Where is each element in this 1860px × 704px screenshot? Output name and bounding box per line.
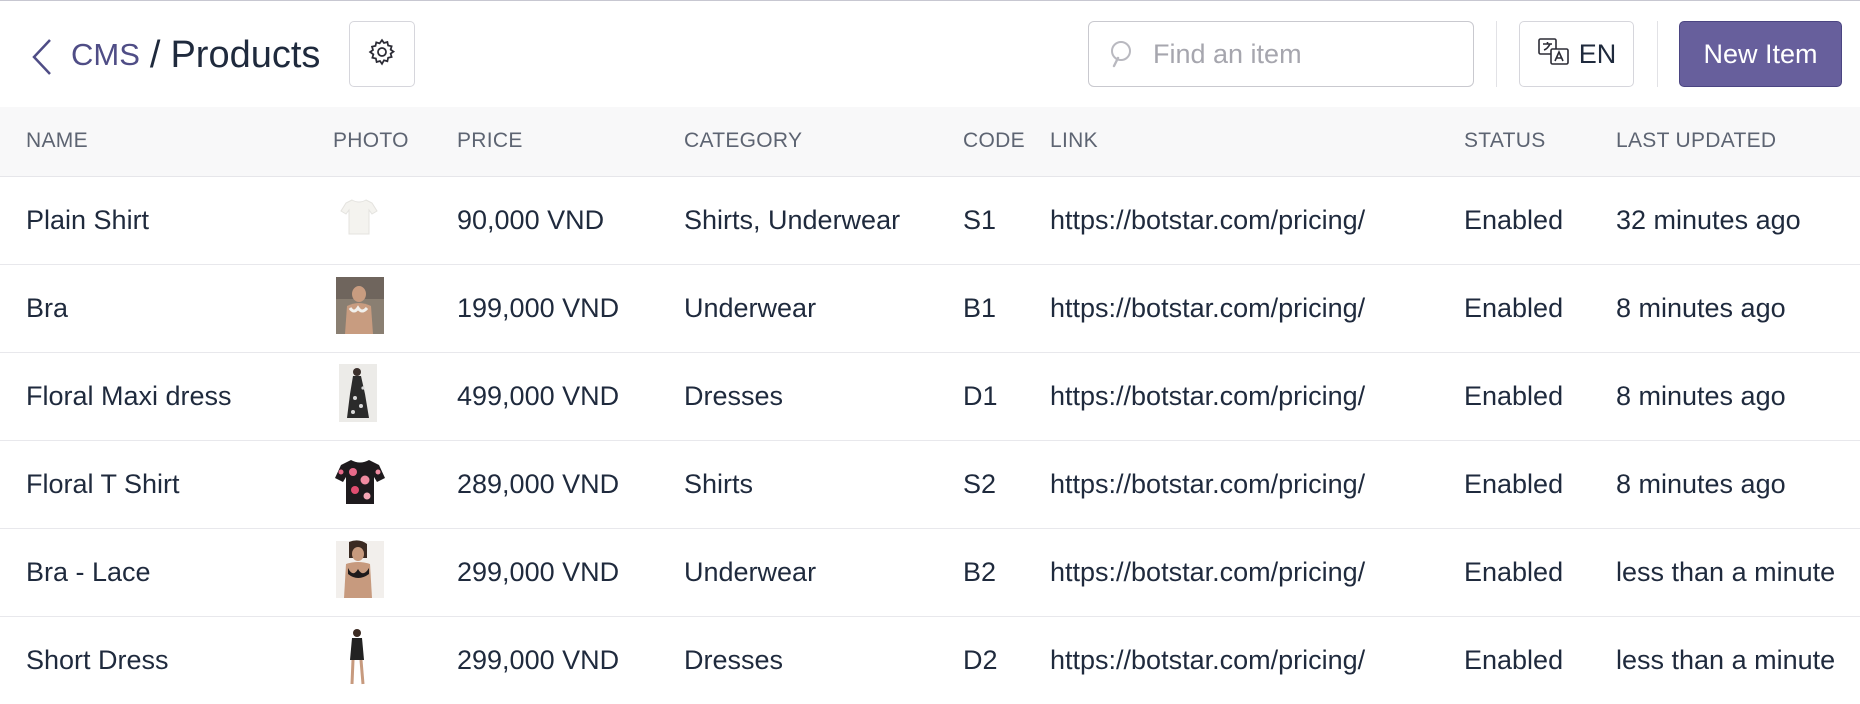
cell-code: D1: [963, 380, 998, 411]
cell-status: Enabled: [1464, 204, 1564, 235]
column-header-last-updated[interactable]: LAST UPDATED: [1590, 107, 1860, 177]
table-row[interactable]: Bra - Lace 299,000 VND Underwear B2 http…: [0, 528, 1860, 616]
cell-photo: [306, 616, 431, 704]
new-item-button[interactable]: New Item: [1679, 21, 1842, 87]
table-row[interactable]: Floral T Shirt 289,000 VND Shirts S2 htt…: [0, 440, 1860, 528]
cell-code: D2: [963, 644, 998, 675]
cell-name[interactable]: Floral Maxi dress: [0, 352, 306, 440]
language-code: EN: [1578, 38, 1617, 69]
cell-price: 299,000 VND: [457, 556, 620, 587]
divider: [1657, 21, 1658, 87]
cell-name[interactable]: Bra: [0, 264, 306, 352]
product-link[interactable]: https://botstar.com/pricing/: [1050, 557, 1365, 587]
cell-link: https://botstar.com/pricing/: [1046, 616, 1438, 704]
cell-category: Dresses: [684, 380, 784, 411]
table-row[interactable]: Floral Maxi dress 499,000 VND Dresses D1…: [0, 352, 1860, 440]
cell-photo: [306, 528, 431, 616]
table-row[interactable]: Plain Shirt 90,000 VND Shirts, Underwear…: [0, 176, 1860, 264]
cell-link: https://botstar.com/pricing/: [1046, 440, 1438, 528]
product-thumbnail: [333, 276, 385, 342]
settings-button[interactable]: [349, 21, 415, 87]
product-link[interactable]: https://botstar.com/pricing/: [1050, 469, 1365, 499]
search-icon: [1109, 39, 1139, 69]
product-link[interactable]: https://botstar.com/pricing/: [1050, 293, 1365, 323]
cell-code: S1: [963, 204, 997, 235]
cell-price: 499,000 VND: [457, 380, 620, 411]
chevron-left-icon[interactable]: [30, 37, 54, 77]
column-header-status[interactable]: STATUS: [1438, 107, 1590, 177]
cell-last-updated: 8 minutes ago: [1616, 292, 1786, 323]
product-link[interactable]: https://botstar.com/pricing/: [1050, 381, 1365, 411]
cell-photo: [306, 176, 431, 264]
cell-category: Underwear: [684, 556, 817, 587]
cell-last-updated: less than a minute: [1616, 556, 1836, 587]
cell-link: https://botstar.com/pricing/: [1046, 528, 1438, 616]
product-link[interactable]: https://botstar.com/pricing/: [1050, 205, 1365, 235]
product-thumbnail: [333, 459, 385, 518]
product-thumbnail: [333, 198, 385, 254]
cell-price: 90,000 VND: [457, 204, 605, 235]
cell-name[interactable]: Short Dress: [0, 616, 306, 704]
search-input[interactable]: [1151, 37, 1455, 71]
column-header-photo[interactable]: PHOTO: [306, 107, 431, 177]
breadcrumb-cms-link[interactable]: CMS: [71, 37, 140, 73]
cell-name[interactable]: Plain Shirt: [0, 176, 306, 264]
cell-code: S2: [963, 468, 997, 499]
cell-last-updated: 8 minutes ago: [1616, 380, 1786, 411]
table-row[interactable]: Short Dress 299,000 VND Dresses D2 https…: [0, 616, 1860, 704]
page-title: Products: [170, 33, 321, 76]
cell-price: 289,000 VND: [457, 468, 620, 499]
column-header-price[interactable]: PRICE: [431, 107, 658, 177]
cell-category: Underwear: [684, 292, 817, 323]
product-thumbnail: [333, 363, 385, 430]
divider: [1496, 21, 1497, 87]
cell-category: Dresses: [684, 644, 784, 675]
translate-icon: [1537, 37, 1571, 72]
column-header-name[interactable]: NAME: [0, 107, 306, 177]
search-field[interactable]: [1088, 21, 1474, 87]
cell-status: Enabled: [1464, 380, 1564, 411]
page-header: CMS / Products EN New Item: [0, 1, 1860, 107]
product-thumbnail: [333, 539, 385, 606]
cell-price: 299,000 VND: [457, 644, 620, 675]
cell-link: https://botstar.com/pricing/: [1046, 264, 1438, 352]
cell-last-updated: less than a minute: [1616, 644, 1836, 675]
cell-category: Shirts, Underwear: [684, 204, 901, 235]
products-table: NAME PHOTO PRICE CATEGORY CODE LINK STAT…: [0, 107, 1860, 704]
column-header-link[interactable]: LINK: [1046, 107, 1438, 177]
table-row[interactable]: Bra 199,000 VND Underwear B1 https://bot…: [0, 264, 1860, 352]
table-header-row: NAME PHOTO PRICE CATEGORY CODE LINK STAT…: [0, 107, 1860, 177]
cell-status: Enabled: [1464, 292, 1564, 323]
product-link[interactable]: https://botstar.com/pricing/: [1050, 645, 1365, 675]
column-header-code[interactable]: CODE: [937, 107, 1046, 177]
language-button[interactable]: EN: [1519, 21, 1634, 87]
breadcrumb: CMS / Products: [71, 29, 320, 81]
product-thumbnail: [333, 628, 385, 694]
gear-icon: [367, 37, 397, 72]
cell-status: Enabled: [1464, 644, 1564, 675]
cell-last-updated: 32 minutes ago: [1616, 204, 1801, 235]
cell-status: Enabled: [1464, 556, 1564, 587]
cell-last-updated: 8 minutes ago: [1616, 468, 1786, 499]
cell-name[interactable]: Floral T Shirt: [0, 440, 306, 528]
cell-status: Enabled: [1464, 468, 1564, 499]
cell-photo: [306, 352, 431, 440]
cell-photo: [306, 440, 431, 528]
cell-name[interactable]: Bra - Lace: [0, 528, 306, 616]
cell-photo: [306, 264, 431, 352]
column-header-category[interactable]: CATEGORY: [658, 107, 937, 177]
cell-price: 199,000 VND: [457, 292, 620, 323]
cell-link: https://botstar.com/pricing/: [1046, 176, 1438, 264]
breadcrumb-separator: /: [149, 33, 161, 76]
cell-category: Shirts: [684, 468, 754, 499]
cell-code: B2: [963, 556, 997, 587]
cell-code: B1: [963, 292, 997, 323]
cell-link: https://botstar.com/pricing/: [1046, 352, 1438, 440]
